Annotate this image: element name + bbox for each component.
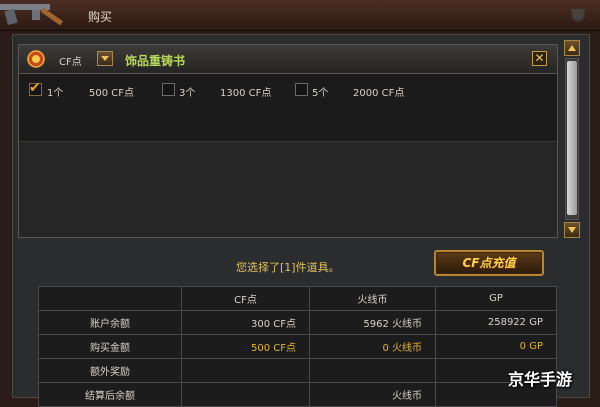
scroll-up-button[interactable] — [564, 40, 580, 56]
cell-value: 258922 GP — [435, 310, 557, 335]
cell-value — [309, 358, 436, 383]
table-row: 购买金额 500 CF点 0 火线币 0 GP — [38, 334, 557, 359]
item-header: CF点 饰品重铸书 ✕ — [19, 45, 557, 74]
ornament-icon — [571, 8, 585, 22]
cell-value — [181, 382, 310, 407]
watermark-text: 京华手游 — [508, 370, 573, 389]
table-row: 账户余额 300 CF点 5962 火线币 258922 GP — [38, 310, 557, 335]
row-label: 额外奖励 — [38, 358, 182, 383]
price-label: 1300 CF点 — [220, 88, 272, 99]
title-bar: 购买 — [0, 0, 600, 31]
cell-value: 火线币 — [309, 382, 436, 407]
currency-dropdown-button[interactable] — [97, 51, 113, 66]
window-title: 购买 — [88, 10, 113, 24]
rifle-icon — [0, 4, 63, 26]
column-header — [38, 286, 182, 311]
currency-label: CF点 — [59, 57, 82, 68]
recharge-button[interactable]: CF点充值 — [434, 250, 544, 276]
cell-value: 0 火线币 — [309, 334, 436, 359]
cell-value: 300 CF点 — [181, 310, 310, 335]
scrollbar[interactable] — [564, 40, 580, 238]
scroll-thumb[interactable] — [567, 61, 577, 215]
quantity-label: 3个 — [179, 88, 196, 99]
column-header: 火线币 — [309, 286, 436, 311]
balance-table: CF点 火线币 GP 账户余额 300 CF点 5962 火线币 258922 … — [38, 286, 557, 407]
quantity-checkbox[interactable] — [295, 83, 308, 96]
table-header-row: CF点 火线币 GP — [38, 286, 557, 311]
cell-value: 500 CF点 — [181, 334, 310, 359]
quantity-label: 1个 — [47, 88, 64, 99]
selection-summary: 您选择了[1]件道具。 — [236, 261, 340, 274]
quantity-checkbox[interactable] — [29, 80, 42, 96]
table-row: 结算后余额 火线币 — [38, 382, 557, 407]
scroll-track[interactable] — [565, 58, 579, 220]
column-header: GP — [435, 286, 557, 311]
quantity-label: 5个 — [312, 88, 329, 99]
cf-coin-icon — [27, 50, 45, 68]
quantity-checkbox[interactable] — [162, 83, 175, 96]
close-button[interactable]: ✕ — [532, 51, 547, 66]
item-list-area — [19, 142, 557, 237]
scroll-down-button[interactable] — [564, 222, 580, 238]
table-row: 额外奖励 — [38, 358, 557, 383]
cell-value — [181, 358, 310, 383]
item-name: 饰品重铸书 — [125, 54, 186, 68]
cell-value: 5962 火线币 — [309, 310, 436, 335]
row-label: 购买金额 — [38, 334, 182, 359]
item-panel: CF点 饰品重铸书 ✕ 1个 500 CF点 3个 1300 CF点 5个 20… — [18, 44, 558, 238]
cell-value: 0 GP — [435, 334, 557, 359]
price-label: 500 CF点 — [89, 88, 134, 99]
row-label: 结算后余额 — [38, 382, 182, 407]
price-label: 2000 CF点 — [353, 88, 405, 99]
column-header: CF点 — [181, 286, 310, 311]
row-label: 账户余额 — [38, 310, 182, 335]
